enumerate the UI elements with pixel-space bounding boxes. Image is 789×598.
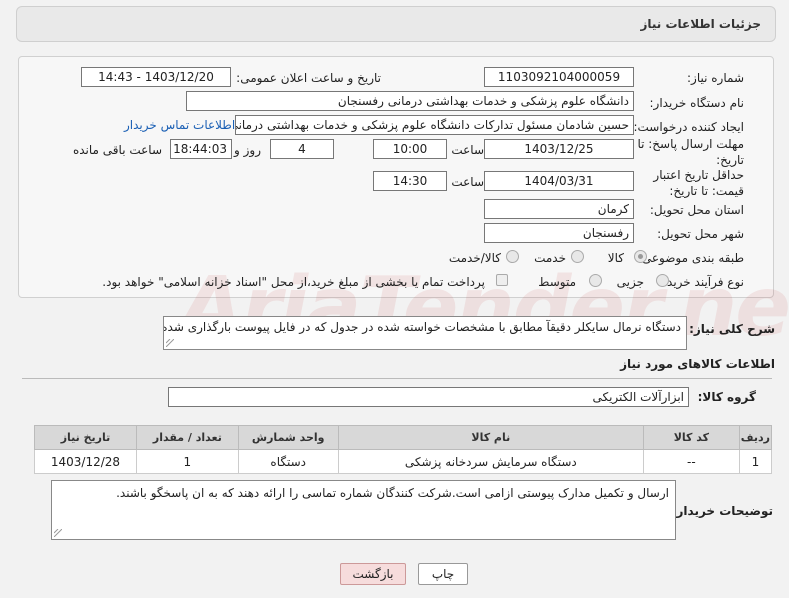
remaining-time-field[interactable]: 18:44:03 (170, 139, 232, 159)
resize-handle-icon[interactable] (54, 529, 62, 537)
process-label: نوع فرآیند خرید : (659, 275, 744, 289)
province-field[interactable]: کرمان (484, 199, 634, 219)
city-label: شهر محل تحویل: (657, 227, 744, 241)
category-option-service: خدمت (534, 251, 566, 265)
category-radio-service[interactable] (571, 250, 584, 263)
col-item-code: کد کالا (642, 425, 740, 450)
buyer-org-field[interactable]: دانشگاه علوم پزشکی و خدمات بهداشتی درمان… (186, 91, 634, 111)
province-label: استان محل تحویل: (649, 203, 744, 217)
buyer-contact-link[interactable]: اطلاعات تماس خریدار (124, 118, 235, 132)
goods-group-field[interactable]: ابزارآلات الکتریکی (168, 387, 689, 407)
process-radio-medium[interactable] (589, 274, 602, 287)
creator-field[interactable]: حسین شادمان مسئول تدارکات دانشگاه علوم پ… (235, 115, 634, 135)
cell-row-number: 1 (738, 449, 773, 474)
category-option-goods-service: کالا/خدمت (448, 251, 501, 265)
page-title: جزئیات اطلاعات نیاز (640, 17, 761, 31)
section-divider (22, 378, 772, 379)
process-option-minor: جزیی (616, 275, 644, 289)
cell-item-name: دستگاه سرمایش سردخانه پزشکی (337, 449, 644, 474)
resize-handle-icon[interactable] (166, 339, 174, 347)
price-validity-label: حداقل تاریخ اعتبار قیمت: تا تاریخ: (653, 168, 744, 198)
col-need-date: تاریخ نیاز (34, 425, 137, 450)
buyer-notes-text: ارسال و تکمیل مدارک پیوستی ازامی است.شرک… (116, 486, 669, 500)
announce-label: تاریخ و ساعت اعلان عمومی: (236, 71, 381, 85)
days-remaining-field[interactable]: 4 (270, 139, 334, 159)
treasury-payment-checkbox[interactable] (496, 274, 508, 286)
validity-date-field[interactable]: 1404/03/31 (484, 171, 634, 191)
print-button[interactable]: چاپ (418, 563, 468, 585)
remaining-time-label: ساعت باقی مانده (72, 143, 162, 157)
reply-deadline-label: مهلت ارسال پاسخ: تا تاریخ: (637, 137, 744, 167)
treasury-payment-note: پرداخت تمام یا بخشی از مبلغ خرید،از محل … (102, 275, 485, 289)
description-label: شرح کلی نیاز: (689, 322, 775, 336)
category-radio-goods[interactable] (634, 250, 647, 263)
category-option-goods: کالا (607, 251, 624, 265)
buyer-notes-textarea[interactable]: ارسال و تکمیل مدارک پیوستی ازامی است.شرک… (51, 480, 676, 540)
cell-quantity: 1 (135, 449, 239, 474)
col-row-number: ردیف (738, 425, 773, 450)
creator-label: ایجاد کننده درخواست: (633, 120, 744, 134)
table-row[interactable]: 1 -- دستگاه سرمایش سردخانه پزشکی دستگاه … (34, 449, 773, 474)
validity-time-label: ساعت (451, 175, 484, 189)
need-number-field[interactable]: 1103092104000059 (484, 67, 634, 87)
process-option-medium: متوسط (538, 275, 576, 289)
page-header: جزئیات اطلاعات نیاز (16, 6, 776, 42)
cell-item-code: -- (642, 449, 740, 474)
goods-group-label: گروه کالا: (697, 390, 756, 404)
goods-table: ردیف کد کالا نام کالا واحد شمارش تعداد /… (34, 425, 773, 474)
buyer-notes-label: توضیحات خریدار: (671, 504, 773, 518)
need-number-label: شماره نیاز: (687, 71, 744, 85)
description-textarea[interactable]: دستگاه نرمال سایکلر دقیقآ مطابق با مشخصا… (163, 316, 687, 350)
process-radio-minor[interactable] (656, 274, 669, 287)
goods-table-header: ردیف کد کالا نام کالا واحد شمارش تعداد /… (34, 425, 773, 450)
reply-time-field[interactable]: 10:00 (373, 139, 447, 159)
col-item-name: نام کالا (337, 425, 644, 450)
back-button[interactable]: بازگشت (340, 563, 406, 585)
category-radio-goods-service[interactable] (506, 250, 519, 263)
city-field[interactable]: رفسنجان (484, 223, 634, 243)
validity-time-field[interactable]: 14:30 (373, 171, 447, 191)
category-label: طبقه بندی موضوعی: (637, 251, 744, 265)
days-label: روز و (234, 143, 261, 157)
reply-time-label: ساعت (451, 143, 484, 157)
announce-date-field[interactable]: 1403/12/20 - 14:43 (81, 67, 231, 87)
goods-section-title: اطلاعات کالاهای مورد نیاز (620, 357, 775, 371)
description-text: دستگاه نرمال سایکلر دقیقآ مطابق با مشخصا… (163, 320, 681, 334)
cell-unit: دستگاه (237, 449, 339, 474)
reply-date-field[interactable]: 1403/12/25 (484, 139, 634, 159)
col-quantity: تعداد / مقدار (135, 425, 239, 450)
buyer-org-label: نام دستگاه خریدار: (649, 96, 745, 110)
col-unit: واحد شمارش (237, 425, 339, 450)
cell-need-date: 1403/12/28 (34, 449, 137, 474)
